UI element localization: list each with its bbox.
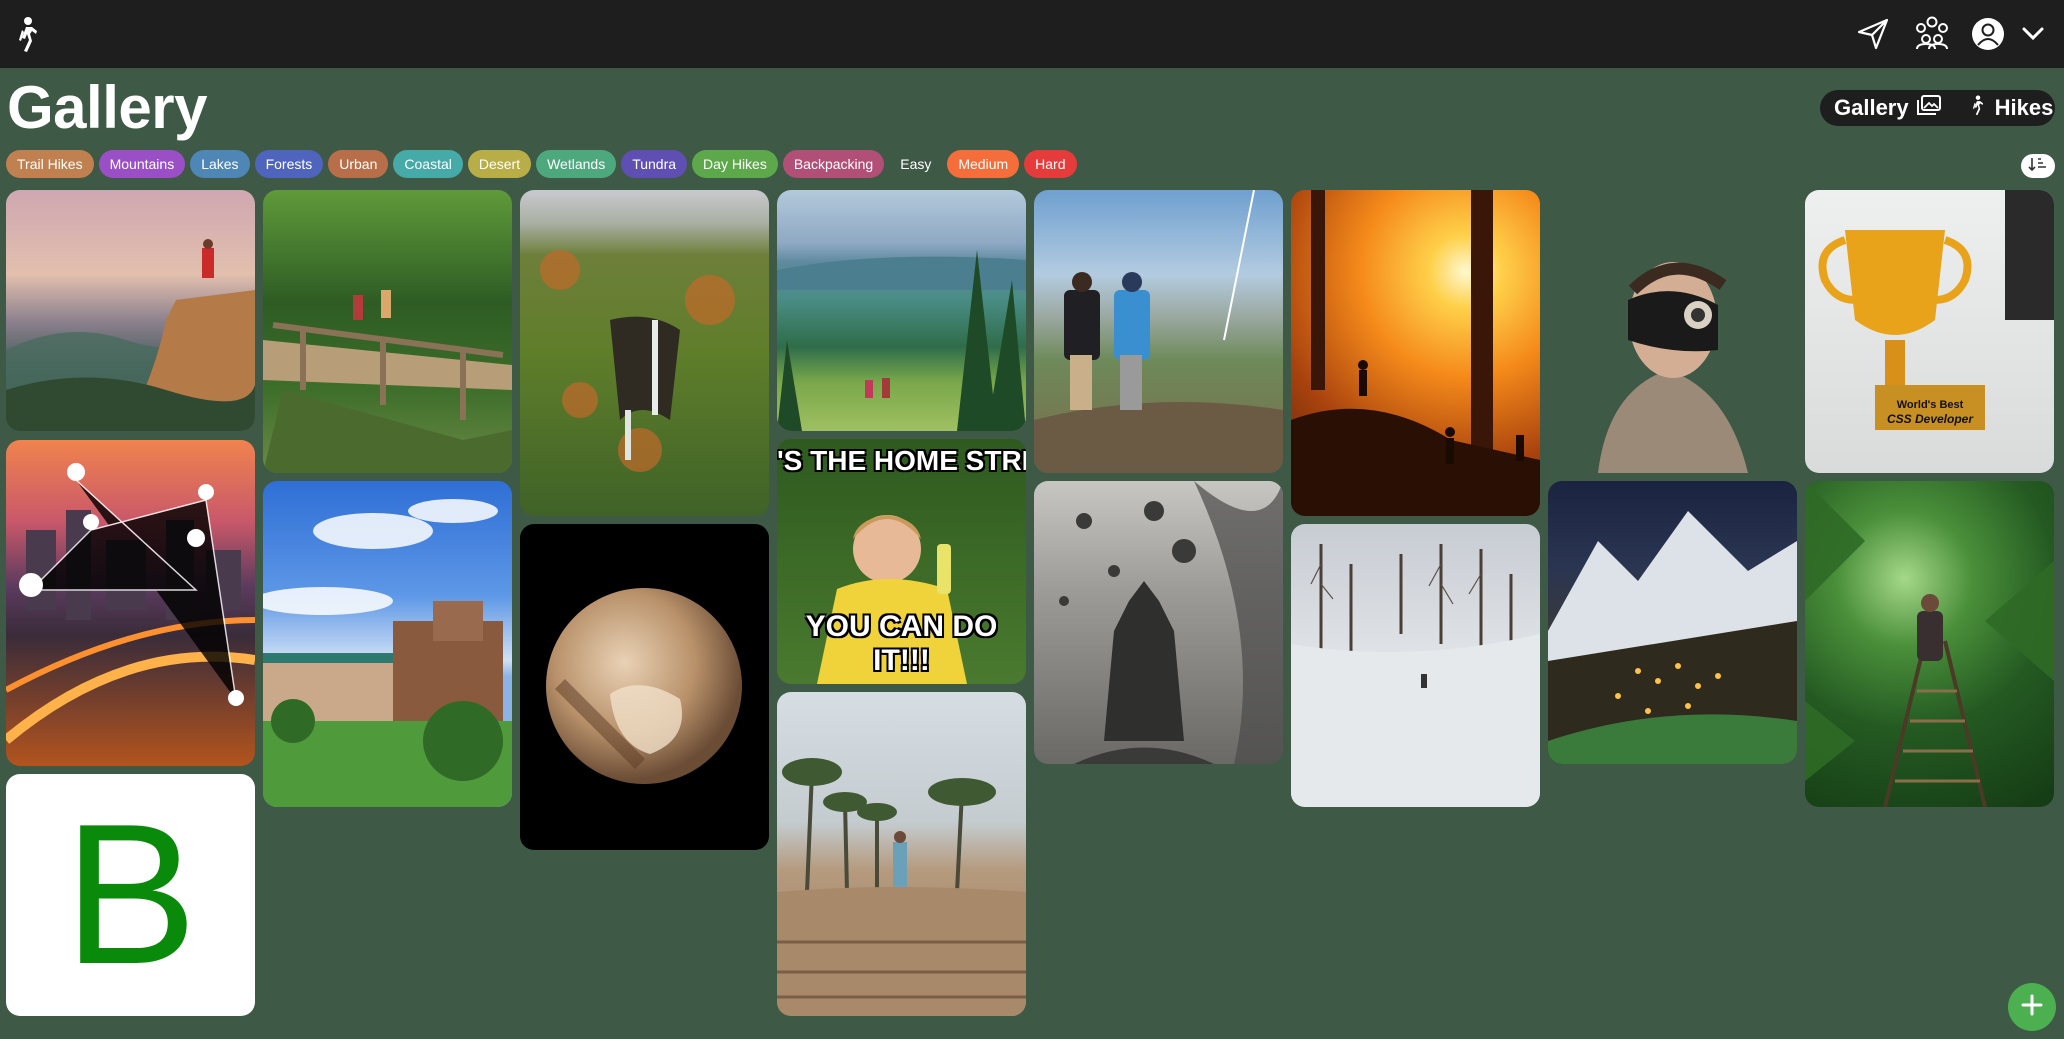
chevron-down-icon[interactable] — [2020, 14, 2046, 54]
plus-icon — [2021, 994, 2043, 1021]
page-title: Gallery — [7, 74, 207, 141]
tag-easy[interactable]: Easy — [889, 150, 942, 178]
top-navigation-bar — [0, 0, 2064, 68]
gallery-view-label: Gallery — [1834, 95, 1909, 120]
trophy-plate-line-1: World's Best — [1896, 399, 1964, 411]
trophy-plate-line-2: CSS Developer — [1886, 412, 1974, 426]
tag-tundra[interactable]: Tundra — [621, 150, 688, 178]
hikes-view-label: Hikes — [1994, 95, 2054, 120]
photo-tile-campus[interactable] — [263, 481, 512, 807]
meme-bottom-text: YOU CAN DO IT!!! — [805, 610, 998, 677]
community-icon[interactable] — [1910, 14, 1954, 54]
tag-trail-hikes[interactable]: Trail Hikes — [6, 150, 94, 178]
photo-tile-fern-stairs[interactable] — [1805, 481, 2054, 807]
photo-tile-meadow-view[interactable] — [777, 190, 1026, 431]
tag-backpacking[interactable]: Backpacking — [782, 150, 885, 178]
view-toggle: Gallery Hikes — [1820, 90, 2055, 126]
photo-tile-city-network[interactable] — [6, 440, 255, 766]
tag-day-hikes[interactable]: Day Hikes — [692, 150, 778, 178]
photo-tile-hikers-overlook[interactable] — [1034, 190, 1283, 473]
tag-urban[interactable]: Urban — [328, 150, 389, 178]
photo-tile-snowy-forest[interactable] — [1291, 524, 1540, 807]
photo-tile-floating-castle[interactable] — [1034, 481, 1283, 764]
tag-wetlands[interactable]: Wetlands — [536, 150, 617, 178]
add-photo-button[interactable] — [2008, 983, 2056, 1031]
images-icon — [1916, 95, 1941, 121]
photo-tile-trophy[interactable]: World's Best CSS Developer — [1805, 190, 2054, 473]
photo-tile-pluto[interactable] — [520, 524, 769, 850]
letter-tile[interactable]: B — [6, 774, 255, 1016]
tag-medium[interactable]: Medium — [947, 150, 1020, 178]
send-icon[interactable] — [1855, 14, 1891, 54]
tag-coastal[interactable]: Coastal — [393, 150, 463, 178]
photo-tile-waterfall[interactable] — [520, 190, 769, 516]
hikes-view-button[interactable]: Hikes — [1955, 90, 2064, 126]
photo-tile-palm-path[interactable] — [777, 692, 1026, 1016]
photo-tile-vr-headset[interactable] — [1548, 190, 1797, 473]
sort-button[interactable] — [2021, 154, 2055, 178]
letter-tile-text: B — [63, 783, 198, 1006]
tag-mountains[interactable]: Mountains — [98, 150, 186, 178]
hiker-icon[interactable] — [12, 14, 44, 54]
tag-desert[interactable]: Desert — [467, 150, 532, 178]
photo-tile-forest-bridge[interactable] — [263, 190, 512, 473]
account-icon[interactable] — [1970, 14, 2006, 54]
photo-tile-mountain-village[interactable] — [1548, 481, 1797, 764]
sort-icon — [2028, 156, 2048, 177]
photo-tile-sunset-hikers[interactable] — [1291, 190, 1540, 516]
meme-tile-home-stretch[interactable]: 'S THE HOME STRETCH YOU CAN DO IT!!! — [777, 439, 1026, 684]
tag-filter-bar: Trail Hikes Mountains Lakes Forests Urba… — [6, 150, 1077, 178]
tag-forests[interactable]: Forests — [254, 150, 324, 178]
tag-lakes[interactable]: Lakes — [190, 150, 250, 178]
tag-hard[interactable]: Hard — [1024, 150, 1077, 178]
gallery-view-button[interactable]: Gallery — [1820, 90, 1955, 126]
hiker-icon — [1969, 93, 1987, 123]
photo-tile-cliff-overlook[interactable] — [6, 190, 255, 431]
